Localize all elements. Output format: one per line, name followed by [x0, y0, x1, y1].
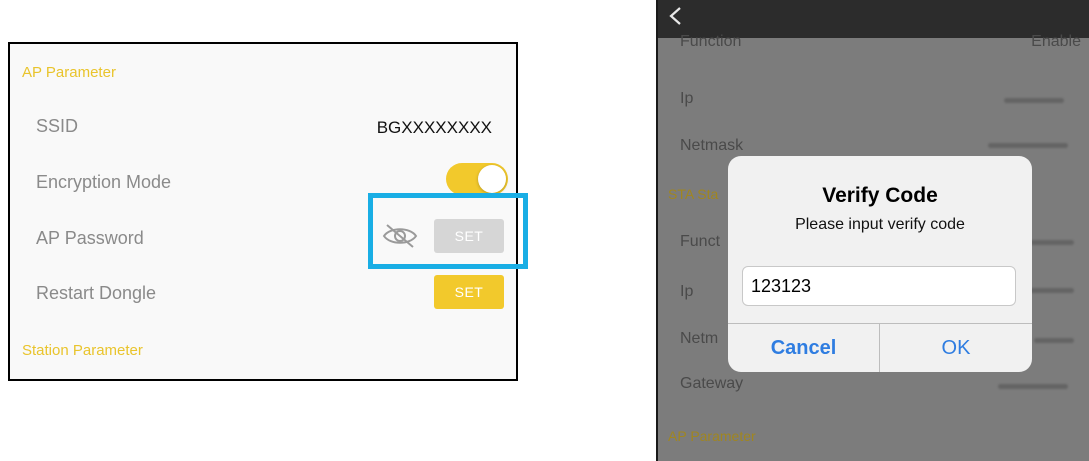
password-highlight-box: [368, 193, 528, 269]
ip-label-2: Ip: [680, 283, 694, 300]
function-label-top: Function: [680, 34, 742, 50]
ap-password-label: AP Password: [36, 228, 144, 248]
netmask-label: Netmask: [680, 137, 744, 154]
top-nav-bar: [658, 0, 1089, 38]
blurred-netmask-value: [988, 143, 1068, 148]
dialog-title: Verify Code: [822, 184, 938, 207]
station-parameter-section-title: Station Parameter: [22, 342, 143, 359]
function-label: Funct: [680, 233, 721, 250]
ok-button[interactable]: OK: [880, 324, 1032, 372]
cancel-button[interactable]: Cancel: [728, 324, 879, 372]
ssid-value: BGXXXXXXXX: [376, 118, 492, 137]
ssid-row: SSID BGXXXXXXXX: [10, 116, 516, 140]
blurred-ip-value: [1004, 98, 1064, 103]
ap-parameter-section-title: AP Parameter: [22, 64, 116, 81]
verify-code-screen: Function Enable Ip Netmask STA Sta Funct…: [656, 0, 1089, 461]
function-value-top: Enable: [1031, 34, 1081, 50]
ap-parameter-section-title-right: AP Parameter: [668, 428, 756, 444]
blurred-gateway-value: [998, 384, 1068, 389]
restart-dongle-row: Restart Dongle SET: [10, 275, 516, 317]
blurred-function-value: [1030, 240, 1074, 245]
sta-section-title: STA Sta: [668, 186, 719, 202]
verify-code-input[interactable]: [742, 266, 1016, 306]
blurred-ip2-value: [1026, 288, 1074, 293]
blurred-netmask2-value: [1034, 338, 1074, 343]
encryption-mode-toggle[interactable]: [446, 163, 508, 195]
toggle-knob: [478, 165, 506, 193]
back-arrow-icon[interactable]: [668, 6, 682, 26]
restart-dongle-set-button[interactable]: SET: [434, 275, 504, 309]
verify-code-dialog: Verify Code Please input verify code Can…: [728, 156, 1032, 372]
netmask-label-2: Netm: [680, 330, 719, 347]
dialog-message: Please input verify code: [795, 216, 965, 233]
ip-label: Ip: [680, 90, 694, 107]
restart-dongle-label: Restart Dongle: [36, 283, 157, 303]
gateway-label: Gateway: [680, 375, 744, 392]
encryption-mode-label: Encryption Mode: [36, 172, 172, 192]
ssid-label: SSID: [36, 116, 79, 136]
